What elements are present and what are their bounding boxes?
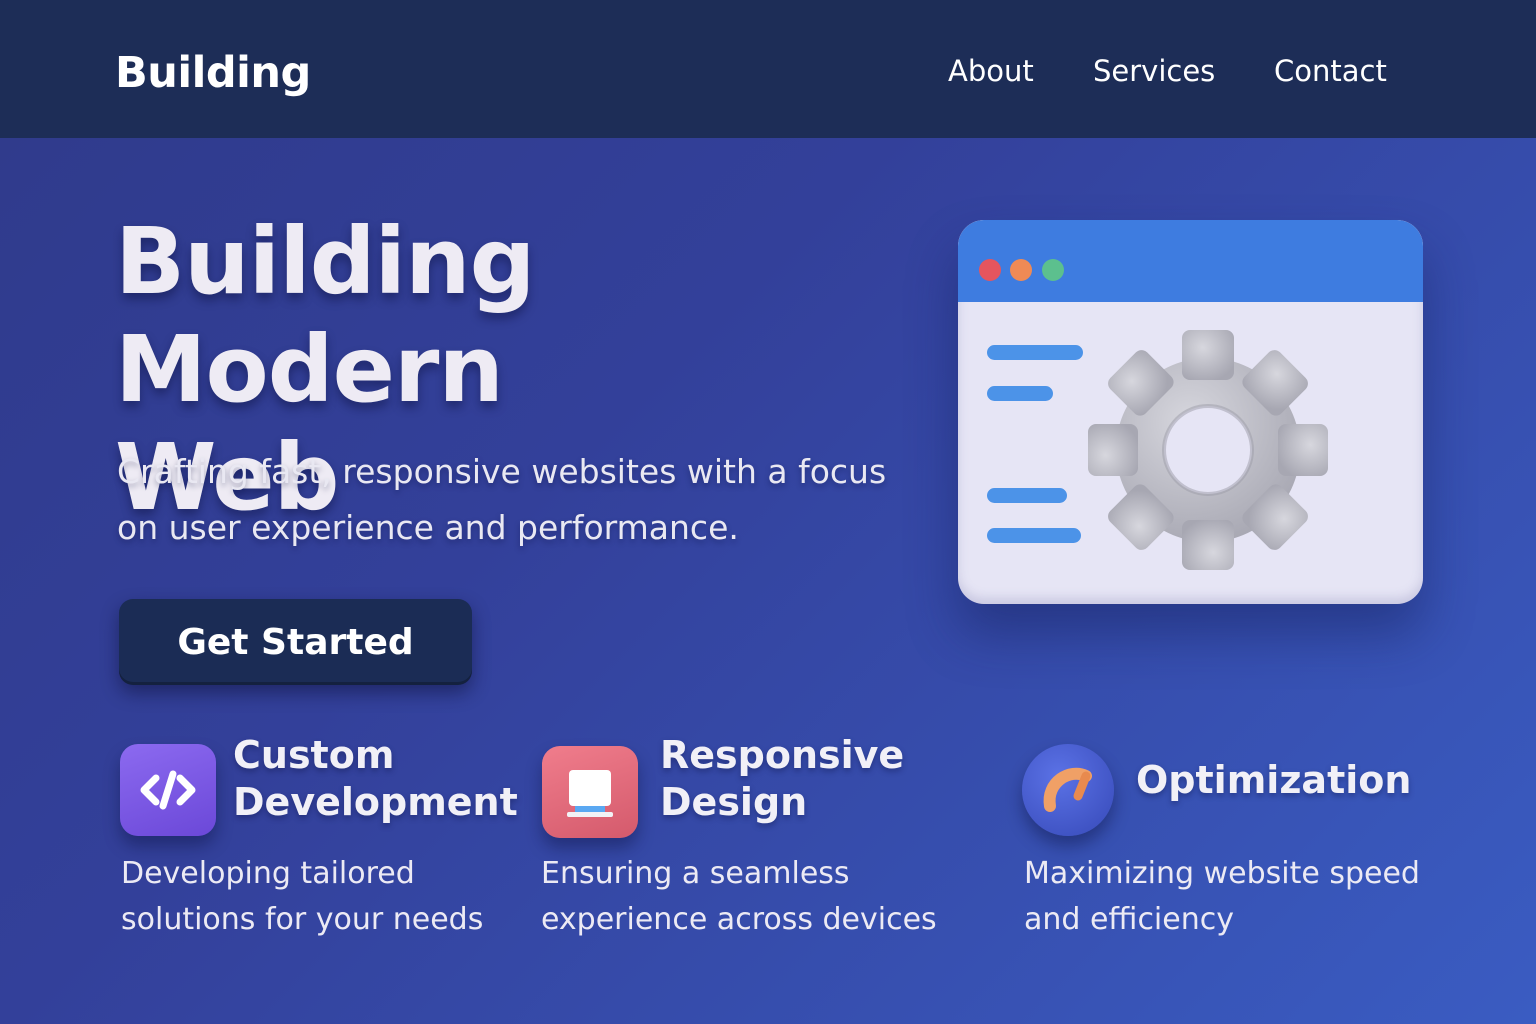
get-started-button[interactable]: Get Started: [119, 599, 472, 685]
feature-title-responsive-design: Responsive Design: [660, 732, 904, 826]
browser-window-gear-icon: [940, 200, 1440, 630]
feature-title-optimization: Optimization: [1136, 757, 1411, 804]
feature-desc-line: Maximizing website speed: [1024, 856, 1420, 891]
feature-title-line: Design: [660, 780, 808, 824]
feature-desc-line: Developing tailored: [121, 856, 415, 891]
nav-link-about[interactable]: About: [948, 54, 1034, 88]
speed-gauge-icon: [1022, 744, 1114, 836]
feature-desc-line: solutions for your needs: [121, 902, 484, 937]
feature-desc-line: and efficiency: [1024, 902, 1234, 937]
browser-window: [958, 220, 1423, 604]
feature-desc-line: experience across devices: [541, 902, 937, 937]
feature-desc-line: Ensuring a seamless: [541, 856, 850, 891]
content-line: [987, 386, 1053, 401]
content-line: [987, 528, 1081, 543]
code-icon: [120, 744, 216, 836]
hero-subtitle-line-1: Crafting fast, responsive websites with …: [117, 452, 887, 491]
window-dot-orange: [1010, 259, 1032, 281]
feature-title-line: Optimization: [1136, 758, 1412, 802]
brand-logo[interactable]: Building: [115, 48, 311, 98]
nav-link-contact[interactable]: Contact: [1274, 54, 1387, 88]
gear-icon: [1088, 330, 1328, 570]
feature-desc-responsive-design: Ensuring a seamless experience across de…: [541, 851, 937, 943]
feature-desc-optimization: Maximizing website speed and efficiency: [1024, 851, 1420, 943]
top-navbar: Building About Services Contact: [0, 0, 1536, 138]
feature-desc-custom-development: Developing tailored solutions for your n…: [121, 851, 483, 943]
hero-subtitle: Crafting fast, responsive websites with …: [117, 444, 937, 556]
nav-link-services[interactable]: Services: [1093, 54, 1215, 88]
window-dot-red: [979, 259, 1001, 281]
hero-subtitle-line-2: on user experience and performance.: [117, 508, 739, 547]
hero-title-line-1: Building Modern: [115, 208, 535, 423]
feature-title-custom-development: Custom Development: [233, 732, 518, 826]
content-line: [987, 488, 1067, 503]
window-dot-green: [1042, 259, 1064, 281]
content-line: [987, 345, 1083, 360]
monitor-icon: [542, 746, 638, 838]
feature-title-line: Development: [233, 780, 518, 824]
feature-title-line: Custom: [233, 733, 395, 777]
feature-title-line: Responsive: [660, 733, 905, 777]
